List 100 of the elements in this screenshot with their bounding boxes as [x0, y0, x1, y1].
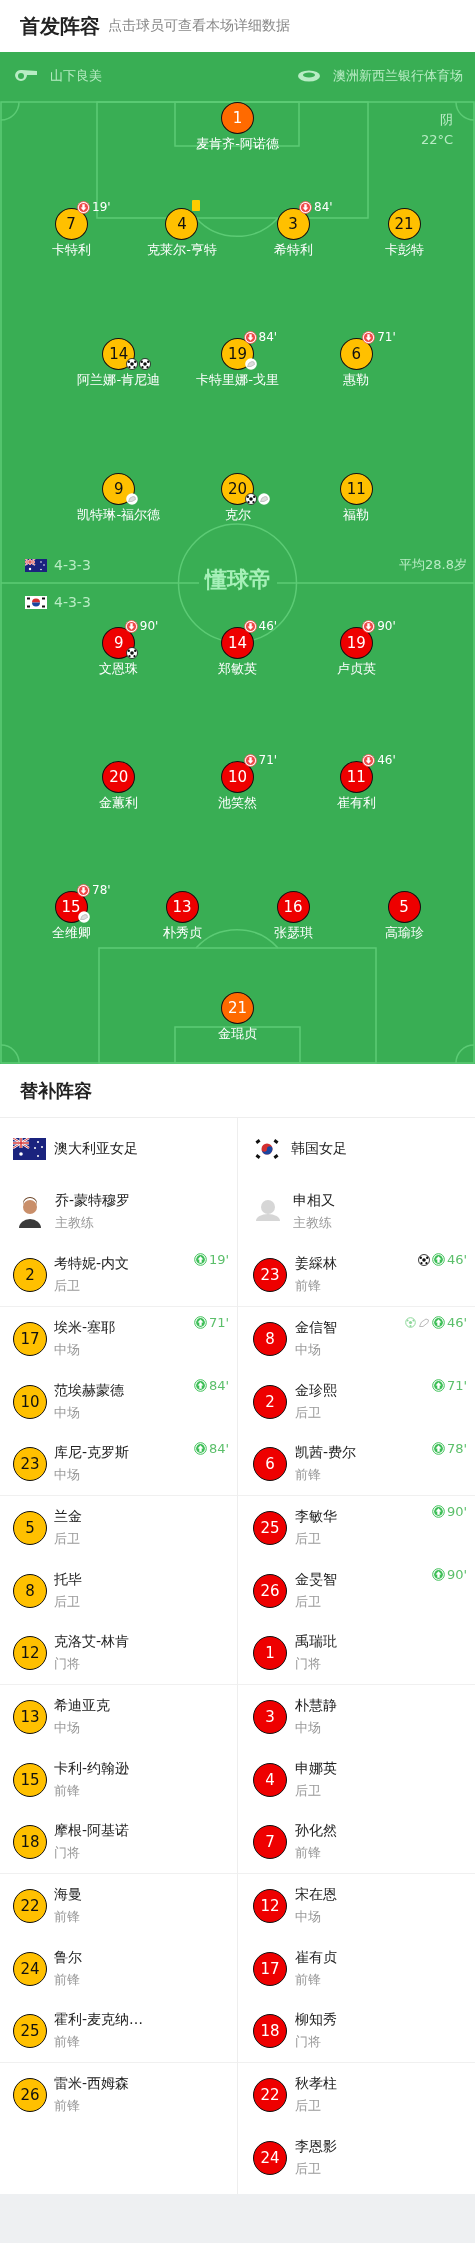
player-badge[interactable]: 8 [13, 1573, 47, 1608]
player-badge[interactable]: 7 [54, 208, 88, 240]
player-badge[interactable]: 3 [276, 208, 310, 240]
player-badge[interactable]: 5 [13, 1510, 47, 1545]
player-name[interactable]: 鲁尔 [54, 1948, 82, 1967]
substitution-minute: 90' [139, 619, 159, 633]
player-name[interactable]: 禹瑞玭 [295, 1633, 337, 1651]
player-name[interactable]: 希迪亚克 [54, 1696, 110, 1715]
player-badge[interactable]: 4 [165, 208, 199, 240]
player-name[interactable]: 姜綵林 [295, 1255, 337, 1273]
player-name[interactable]: 海曼 [54, 1885, 82, 1904]
player-badge[interactable]: 23 [253, 1258, 287, 1292]
player-name[interactable]: 克洛艾-林肯 [54, 1633, 130, 1651]
player-name[interactable]: 凯茜-费尔 [295, 1444, 357, 1462]
player-badge[interactable]: 13 [165, 891, 199, 923]
player-name[interactable]: 卡利-约翰逊 [54, 1759, 130, 1778]
substitution-minute: 84' [208, 1378, 229, 1393]
player-badge[interactable]: 4 [253, 1762, 287, 1797]
player-badge[interactable]: 6 [339, 338, 373, 370]
player-position: 中场 [54, 1340, 81, 1359]
player-badge[interactable]: 6 [253, 1447, 287, 1481]
player-badge[interactable]: 12 [253, 1888, 287, 1923]
player-badge[interactable]: 25 [13, 2014, 47, 2048]
player-badge[interactable]: 19 [339, 627, 373, 659]
coach-role: 主教练 [55, 1213, 95, 1232]
player-badge[interactable]: 2 [13, 1258, 47, 1292]
player-position: 后卫 [295, 1529, 322, 1548]
player-name[interactable]: 申娜英 [295, 1759, 337, 1778]
player-badge[interactable]: 26 [13, 2077, 47, 2112]
player-badge[interactable]: 18 [253, 2014, 287, 2048]
player-position: 中场 [295, 1907, 322, 1926]
player-badge[interactable]: 17 [13, 1321, 47, 1356]
player-position: 后卫 [295, 2096, 322, 2115]
player-name[interactable]: 李敏华 [295, 1507, 337, 1526]
venue-name: 澳洲新西兰银行体育场 [333, 67, 463, 85]
player-badge[interactable]: 24 [13, 1951, 47, 1986]
player-badge[interactable]: 21 [387, 208, 421, 240]
player-name[interactable]: 金信智 [295, 1318, 337, 1337]
boot-icon [417, 1317, 430, 1328]
player-name[interactable]: 李恩影 [295, 2137, 337, 2156]
player-badge[interactable]: 3 [253, 1699, 287, 1734]
player-position: 后卫 [295, 2159, 322, 2178]
substitution-minute: 90' [446, 1567, 467, 1582]
player-name[interactable]: 宋在恩 [295, 1885, 337, 1904]
player-badge[interactable]: 20 [102, 761, 136, 793]
sub-off-icon [299, 200, 312, 214]
coach-name: 乔-蒙特穆罗 [55, 1191, 131, 1210]
player-name[interactable]: 库尼-克罗斯 [54, 1444, 130, 1462]
sub-on-icon [431, 1442, 445, 1455]
player-badge[interactable]: 18 [13, 1825, 47, 1859]
player-badge[interactable]: 26 [253, 1573, 287, 1608]
player-name[interactable]: 金珍熙 [295, 1381, 337, 1400]
player-name[interactable]: 崔有贞 [295, 1948, 337, 1967]
sub-on-icon [193, 1253, 207, 1266]
player-badge[interactable]: 1 [253, 1636, 287, 1670]
player-badge[interactable]: 17 [253, 1951, 287, 1986]
player-badge[interactable]: 13 [13, 1699, 47, 1734]
player-badge[interactable]: 23 [13, 1447, 47, 1481]
player-badge[interactable]: 5 [387, 891, 421, 923]
ball-icon [404, 1317, 416, 1328]
player-name[interactable]: 朴慧静 [295, 1696, 337, 1715]
player-badge[interactable]: 11 [339, 473, 373, 505]
player-name[interactable]: 柳知秀 [295, 2011, 337, 2029]
player-badge[interactable]: 24 [253, 2140, 287, 2175]
player-name[interactable]: 金旻智 [295, 1570, 337, 1589]
player-badge[interactable]: 14 [102, 338, 136, 370]
substitution-minute: 71' [208, 1315, 229, 1330]
player-badge[interactable]: 9 [102, 473, 136, 505]
player-name[interactable]: 范埃赫蒙德 [54, 1381, 124, 1400]
sub-on-icon [431, 1568, 445, 1581]
player-badge[interactable]: 15 [13, 1762, 47, 1797]
player-badge[interactable]: 8 [253, 1321, 287, 1356]
player-name[interactable]: 霍利-麦克纳… [54, 2011, 144, 2029]
player-name[interactable]: 考特妮-内文 [54, 1255, 130, 1273]
player-name[interactable]: 雷米-西姆森 [54, 2074, 130, 2093]
player-name[interactable]: 兰金 [54, 1507, 82, 1526]
player-badge[interactable]: 10 [221, 761, 254, 793]
player-badge[interactable]: 22 [13, 1888, 47, 1923]
player-name[interactable]: 摩根-阿基诺 [54, 1822, 130, 1840]
player-badge[interactable]: 16 [276, 891, 310, 923]
player-name[interactable]: 托毕 [54, 1570, 82, 1589]
player-badge[interactable]: 2 [253, 1384, 287, 1419]
player-badge[interactable]: 22 [253, 2077, 287, 2112]
player-badge[interactable]: 12 [13, 1636, 47, 1670]
player-name[interactable]: 埃米-塞耶 [54, 1318, 116, 1337]
referee-name: 山下良美 [50, 67, 102, 85]
player-badge[interactable]: 7 [253, 1825, 287, 1859]
sub-on-icon [431, 1316, 445, 1329]
player-position: 后卫 [295, 1592, 322, 1611]
player-position: 前锋 [295, 1277, 322, 1295]
player-badge[interactable]: 10 [13, 1384, 47, 1419]
player-name[interactable]: 秋孝柱 [295, 2074, 337, 2093]
player-badge[interactable]: 11 [339, 761, 373, 793]
player-position: 前锋 [54, 1907, 81, 1926]
coach-name: 申相又 [293, 1191, 335, 1210]
player-name[interactable]: 孙化然 [295, 1822, 337, 1840]
player-position: 中场 [54, 1466, 81, 1484]
player-badge[interactable]: 14 [221, 627, 254, 659]
player-badge[interactable]: 20 [221, 473, 254, 505]
player-badge[interactable]: 25 [253, 1510, 287, 1545]
